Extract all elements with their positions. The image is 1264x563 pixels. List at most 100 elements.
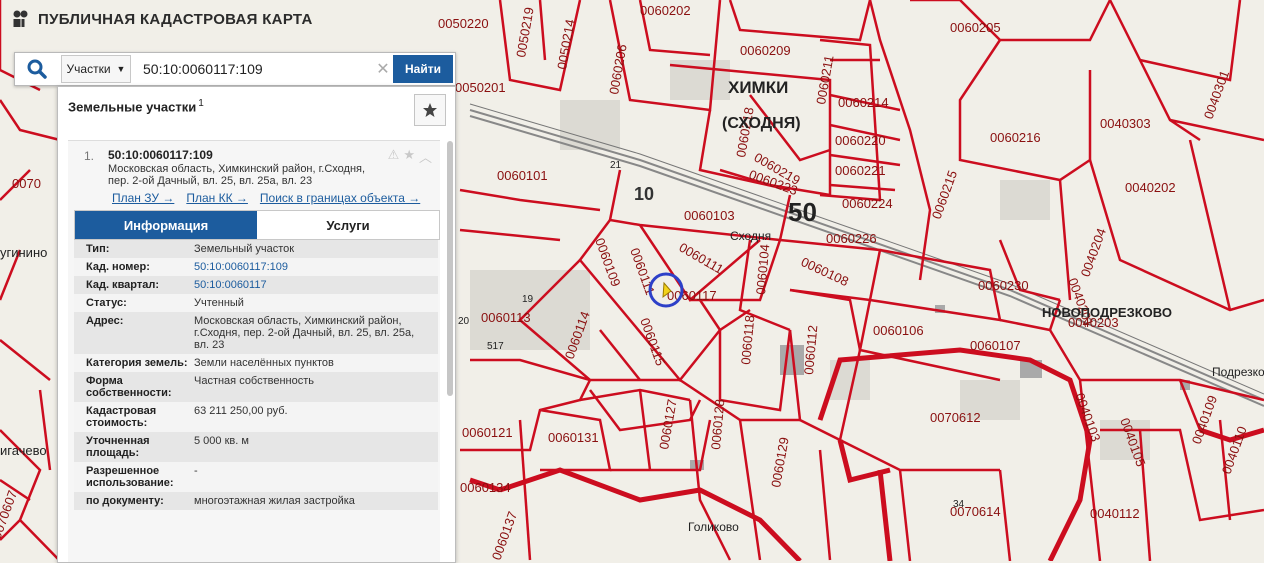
svg-text:0040112: 0040112: [1090, 506, 1140, 521]
plan-zu-link[interactable]: План ЗУ →: [112, 191, 174, 205]
svg-text:0060209: 0060209: [740, 43, 791, 58]
info-value: -: [194, 465, 198, 477]
info-value: Земельный участок: [194, 243, 295, 255]
svg-text:0060134: 0060134: [460, 480, 511, 495]
info-label: по документу:: [86, 495, 164, 507]
result-address: Московская область, Химкинский район, г.…: [108, 163, 366, 187]
warning-icon[interactable]: ⚠: [388, 147, 400, 166]
info-row: Адрес: Московская область, Химкинский рай…: [74, 312, 438, 354]
info-table: Тип: Земельный участок Кад. номер: 50:10:0…: [74, 240, 438, 510]
plan-kk-link[interactable]: План КК →: [186, 191, 248, 205]
info-row: Кадастровая стоимость: 63 211 250,00 руб.: [74, 402, 438, 432]
info-label: Форма собственности:: [86, 375, 172, 399]
result-actions: ⚠ ★ ︿: [388, 147, 432, 166]
svg-text:0050220: 0050220: [438, 16, 489, 31]
info-label: Кадастровая стоимость:: [86, 405, 157, 429]
collapse-icon[interactable]: ︿: [419, 147, 432, 166]
cadastre-logo-icon: [13, 10, 28, 27]
svg-text:Голиково: Голиково: [688, 520, 739, 534]
svg-text:0060224: 0060224: [842, 196, 893, 211]
tab-info[interactable]: Информация: [75, 211, 257, 239]
svg-text:Подрезково: Подрезково: [1212, 365, 1264, 379]
info-value: 5 000 кв. м: [194, 435, 249, 447]
info-row: Форма собственности: Частная собственност…: [74, 372, 438, 402]
search-in-bounds-link[interactable]: Поиск в границах объекта →: [260, 191, 420, 205]
results-count: 1: [198, 98, 204, 109]
cadastral-number-link[interactable]: 50:10:0060117:109: [194, 261, 438, 273]
svg-text:517: 517: [487, 341, 504, 352]
svg-text:ХИМКИ: ХИМКИ: [728, 78, 788, 97]
results-panel: Земельные участки 1 1. 50:10:0060117:109 …: [57, 86, 456, 563]
info-value: Московская область, Химкинский район, г.…: [194, 315, 415, 351]
app-header: ПУБЛИЧНАЯ КАДАСТРОВАЯ КАРТА: [12, 10, 313, 28]
info-value: многоэтажная жилая застройка: [194, 495, 355, 507]
svg-text:0040303: 0040303: [1100, 116, 1151, 131]
result-item[interactable]: 1. 50:10:0060117:109 Московская область,…: [68, 140, 440, 562]
search-input[interactable]: [141, 55, 373, 83]
info-row: Тип: Земельный участок: [74, 240, 438, 258]
info-row: Категория земель: Земли населённых пункто…: [74, 354, 438, 372]
star-outline-icon[interactable]: ★: [403, 147, 415, 166]
search-bar: Участки ▼ ✕ Найти: [14, 52, 456, 86]
svg-text:0070: 0070: [12, 176, 41, 191]
result-links: План ЗУ → План КК → Поиск в границах объ…: [112, 191, 420, 205]
svg-text:0060107: 0060107: [970, 338, 1021, 353]
svg-text:0060216: 0060216: [990, 130, 1041, 145]
svg-text:0070612: 0070612: [930, 410, 981, 425]
panel-scrollbar[interactable]: [447, 141, 453, 396]
svg-text:(СХОДНЯ): (СХОДНЯ): [722, 115, 801, 132]
svg-text:0060117: 0060117: [667, 288, 717, 303]
info-value: 63 211 250,00 руб.: [194, 405, 288, 417]
svg-text:0060226: 0060226: [826, 231, 877, 246]
clear-icon[interactable]: ✕: [373, 59, 393, 79]
panel-title: Земельные участки 1: [68, 98, 204, 114]
info-label: Разрешенное использование:: [86, 465, 174, 489]
svg-text:0060113: 0060113: [481, 310, 531, 325]
result-cadastral-id: 50:10:0060117:109: [108, 148, 213, 162]
info-label: Статус:: [86, 297, 127, 309]
tab-services[interactable]: Услуги: [257, 211, 439, 239]
search-type-select[interactable]: Участки ▼: [61, 55, 131, 83]
info-value: Учтенный: [194, 297, 244, 309]
svg-text:НОВОПОДРЕЗКОВО: НОВОПОДРЕЗКОВО: [1042, 305, 1172, 320]
svg-text:0060214: 0060214: [838, 95, 889, 110]
info-value: Частная собственность: [194, 375, 315, 387]
info-row: Статус: Учтенный: [74, 294, 438, 312]
result-index: 1.: [84, 149, 95, 163]
svg-text:0060101: 0060101: [497, 168, 548, 183]
info-row: Уточненная площадь: 5 000 кв. м: [74, 432, 438, 462]
svg-text:Сходня: Сходня: [730, 229, 771, 243]
svg-text:34: 34: [953, 499, 965, 510]
info-label: Кад. квартал:: [86, 279, 160, 291]
svg-text:21: 21: [610, 160, 622, 171]
svg-text:0060121: 0060121: [462, 425, 513, 440]
info-row: Разрешенное использование: -: [74, 462, 438, 492]
svg-text:0060230: 0060230: [978, 278, 1029, 293]
svg-text:0040202: 0040202: [1125, 180, 1176, 195]
info-label: Категория земель:: [86, 357, 188, 369]
svg-text:0060103: 0060103: [684, 208, 735, 223]
info-value: Земли населённых пунктов: [194, 357, 334, 369]
svg-text:0060202: 0060202: [640, 3, 691, 18]
svg-text:20: 20: [458, 316, 470, 327]
info-label: Уточненная площадь:: [86, 435, 150, 459]
info-label: Адрес:: [86, 315, 124, 327]
svg-text:19: 19: [522, 294, 534, 305]
star-icon: [423, 103, 437, 117]
info-row: Кад. квартал: 50:10:0060117: [74, 276, 438, 294]
favorite-button[interactable]: [414, 94, 446, 126]
find-button[interactable]: Найти: [393, 55, 453, 83]
chevron-down-icon: ▼: [116, 64, 126, 74]
info-row: по документу: многоэтажная жилая застройк…: [74, 492, 438, 510]
svg-text:50: 50: [788, 197, 817, 227]
app-title: ПУБЛИЧНАЯ КАДАСТРОВАЯ КАРТА: [38, 10, 313, 28]
svg-text:игачево: игачево: [0, 443, 47, 458]
svg-text:0060205: 0060205: [950, 20, 1001, 35]
svg-text:10: 10: [634, 184, 654, 204]
cadastral-quarter-link[interactable]: 50:10:0060117: [194, 279, 438, 291]
search-icon: [27, 59, 47, 79]
svg-text:0060106: 0060106: [873, 323, 924, 338]
svg-text:0060221: 0060221: [835, 163, 886, 178]
search-button[interactable]: [15, 53, 59, 85]
svg-text:0060220: 0060220: [835, 133, 886, 148]
